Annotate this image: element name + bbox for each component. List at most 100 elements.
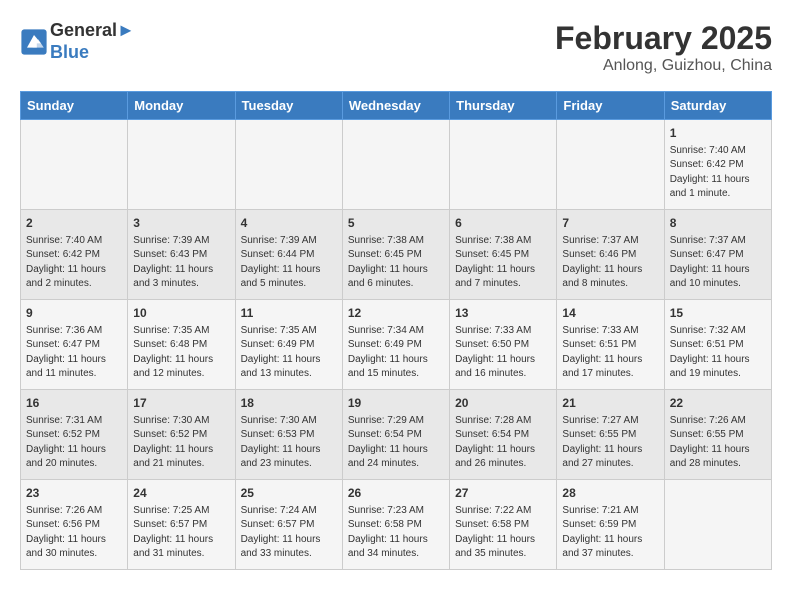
day-number: 2	[26, 215, 122, 232]
day-number: 4	[241, 215, 337, 232]
day-info: Sunrise: 7:23 AM Sunset: 6:58 PM Dayligh…	[348, 504, 444, 562]
day-number: 12	[348, 305, 444, 322]
day-info: Sunrise: 7:33 AM Sunset: 6:51 PM Dayligh…	[562, 324, 658, 382]
calendar-cell: 24 Sunrise: 7:25 AM Sunset: 6:57 PM Dayli…	[128, 480, 235, 570]
day-info: Sunrise: 7:26 AM Sunset: 6:55 PM Dayligh…	[670, 414, 766, 472]
day-number: 22	[670, 395, 766, 412]
calendar-table: SundayMondayTuesdayWednesdayThursdayFrid…	[20, 91, 772, 570]
day-number: 17	[133, 395, 229, 412]
calendar-cell	[450, 120, 557, 210]
calendar-cell: 6 Sunrise: 7:38 AM Sunset: 6:45 PM Daylig…	[450, 210, 557, 300]
col-header-friday: Friday	[557, 92, 664, 120]
week-row-4: 16 Sunrise: 7:31 AM Sunset: 6:52 PM Dayli…	[21, 390, 772, 480]
calendar-cell: 28 Sunrise: 7:21 AM Sunset: 6:59 PM Dayli…	[557, 480, 664, 570]
day-info: Sunrise: 7:22 AM Sunset: 6:58 PM Dayligh…	[455, 504, 551, 562]
calendar-cell: 13 Sunrise: 7:33 AM Sunset: 6:50 PM Dayli…	[450, 300, 557, 390]
calendar-cell	[557, 120, 664, 210]
day-number: 26	[348, 485, 444, 502]
day-info: Sunrise: 7:38 AM Sunset: 6:45 PM Dayligh…	[455, 234, 551, 292]
calendar-cell: 19Sunrise: 7:29 AM Sunset: 6:54 PM Dayli…	[342, 390, 449, 480]
day-info: Sunrise: 7:28 AM Sunset: 6:54 PM Dayligh…	[455, 414, 551, 472]
calendar-cell: 12 Sunrise: 7:34 AM Sunset: 6:49 PM Dayli…	[342, 300, 449, 390]
calendar-cell: 1 Sunrise: 7:40 AM Sunset: 6:42 PM Daylig…	[664, 120, 771, 210]
day-number: 5	[348, 215, 444, 232]
calendar-cell: 11Sunrise: 7:35 AM Sunset: 6:49 PM Dayli…	[235, 300, 342, 390]
day-info: Sunrise: 7:36 AM Sunset: 6:47 PM Dayligh…	[26, 324, 122, 382]
day-info: Sunrise: 7:27 AM Sunset: 6:55 PM Dayligh…	[562, 414, 658, 472]
calendar-cell: 21 Sunrise: 7:27 AM Sunset: 6:55 PM Dayli…	[557, 390, 664, 480]
day-number: 6	[455, 215, 551, 232]
day-number: 3	[133, 215, 229, 232]
location-subtitle: Anlong, Guizhou, China	[555, 57, 772, 75]
week-row-1: 1 Sunrise: 7:40 AM Sunset: 6:42 PM Daylig…	[21, 120, 772, 210]
calendar-cell: 7 Sunrise: 7:37 AM Sunset: 6:46 PM Daylig…	[557, 210, 664, 300]
day-info: Sunrise: 7:29 AM Sunset: 6:54 PM Dayligh…	[348, 414, 444, 472]
calendar-cell: 15 Sunrise: 7:32 AM Sunset: 6:51 PM Dayli…	[664, 300, 771, 390]
col-header-sunday: Sunday	[21, 92, 128, 120]
col-header-wednesday: Wednesday	[342, 92, 449, 120]
day-number: 28	[562, 485, 658, 502]
day-info: Sunrise: 7:40 AM Sunset: 6:42 PM Dayligh…	[26, 234, 122, 292]
calendar-cell: 14 Sunrise: 7:33 AM Sunset: 6:51 PM Dayli…	[557, 300, 664, 390]
col-header-saturday: Saturday	[664, 92, 771, 120]
day-number: 7	[562, 215, 658, 232]
day-number: 25	[241, 485, 337, 502]
day-info: Sunrise: 7:24 AM Sunset: 6:57 PM Dayligh…	[241, 504, 337, 562]
calendar-cell: 26 Sunrise: 7:23 AM Sunset: 6:58 PM Dayli…	[342, 480, 449, 570]
day-number: 9	[26, 305, 122, 322]
logo: General► Blue	[20, 20, 135, 63]
calendar-cell: 18 Sunrise: 7:30 AM Sunset: 6:53 PM Dayli…	[235, 390, 342, 480]
day-number: 20	[455, 395, 551, 412]
day-info: Sunrise: 7:33 AM Sunset: 6:50 PM Dayligh…	[455, 324, 551, 382]
day-info: Sunrise: 7:39 AM Sunset: 6:44 PM Dayligh…	[241, 234, 337, 292]
day-number: 15	[670, 305, 766, 322]
day-number: 24	[133, 485, 229, 502]
calendar-cell: 20 Sunrise: 7:28 AM Sunset: 6:54 PM Dayli…	[450, 390, 557, 480]
calendar-cell: 3Sunrise: 7:39 AM Sunset: 6:43 PM Daylig…	[128, 210, 235, 300]
day-info: Sunrise: 7:30 AM Sunset: 6:53 PM Dayligh…	[241, 414, 337, 472]
day-info: Sunrise: 7:40 AM Sunset: 6:42 PM Dayligh…	[670, 144, 766, 202]
day-number: 13	[455, 305, 551, 322]
day-info: Sunrise: 7:30 AM Sunset: 6:52 PM Dayligh…	[133, 414, 229, 472]
day-info: Sunrise: 7:21 AM Sunset: 6:59 PM Dayligh…	[562, 504, 658, 562]
title-block: February 2025 Anlong, Guizhou, China	[555, 20, 772, 75]
day-number: 14	[562, 305, 658, 322]
calendar-cell: 4 Sunrise: 7:39 AM Sunset: 6:44 PM Daylig…	[235, 210, 342, 300]
col-header-tuesday: Tuesday	[235, 92, 342, 120]
calendar-cell	[21, 120, 128, 210]
day-info: Sunrise: 7:37 AM Sunset: 6:47 PM Dayligh…	[670, 234, 766, 292]
calendar-cell: 2 Sunrise: 7:40 AM Sunset: 6:42 PM Daylig…	[21, 210, 128, 300]
calendar-cell: 23 Sunrise: 7:26 AM Sunset: 6:56 PM Dayli…	[21, 480, 128, 570]
calendar-cell	[235, 120, 342, 210]
day-info: Sunrise: 7:26 AM Sunset: 6:56 PM Dayligh…	[26, 504, 122, 562]
month-year-title: February 2025	[555, 20, 772, 57]
week-row-3: 9 Sunrise: 7:36 AM Sunset: 6:47 PM Daylig…	[21, 300, 772, 390]
calendar-cell: 9 Sunrise: 7:36 AM Sunset: 6:47 PM Daylig…	[21, 300, 128, 390]
calendar-cell	[342, 120, 449, 210]
day-number: 1	[670, 125, 766, 142]
day-info: Sunrise: 7:38 AM Sunset: 6:45 PM Dayligh…	[348, 234, 444, 292]
week-row-2: 2 Sunrise: 7:40 AM Sunset: 6:42 PM Daylig…	[21, 210, 772, 300]
col-header-monday: Monday	[128, 92, 235, 120]
day-number: 16	[26, 395, 122, 412]
day-info: Sunrise: 7:35 AM Sunset: 6:48 PM Dayligh…	[133, 324, 229, 382]
day-info: Sunrise: 7:32 AM Sunset: 6:51 PM Dayligh…	[670, 324, 766, 382]
day-info: Sunrise: 7:31 AM Sunset: 6:52 PM Dayligh…	[26, 414, 122, 472]
logo-icon	[20, 28, 48, 56]
day-number: 23	[26, 485, 122, 502]
calendar-cell: 16 Sunrise: 7:31 AM Sunset: 6:52 PM Dayli…	[21, 390, 128, 480]
day-number: 21	[562, 395, 658, 412]
calendar-cell: 17 Sunrise: 7:30 AM Sunset: 6:52 PM Dayli…	[128, 390, 235, 480]
logo-text: General► Blue	[50, 20, 135, 63]
calendar-cell: 10Sunrise: 7:35 AM Sunset: 6:48 PM Dayli…	[128, 300, 235, 390]
calendar-cell: 22 Sunrise: 7:26 AM Sunset: 6:55 PM Dayli…	[664, 390, 771, 480]
calendar-cell: 8 Sunrise: 7:37 AM Sunset: 6:47 PM Daylig…	[664, 210, 771, 300]
day-number: 18	[241, 395, 337, 412]
day-number: 8	[670, 215, 766, 232]
calendar-cell	[128, 120, 235, 210]
day-info: Sunrise: 7:35 AM Sunset: 6:49 PM Dayligh…	[241, 324, 337, 382]
day-info: Sunrise: 7:25 AM Sunset: 6:57 PM Dayligh…	[133, 504, 229, 562]
day-info: Sunrise: 7:37 AM Sunset: 6:46 PM Dayligh…	[562, 234, 658, 292]
page-header: General► Blue February 2025 Anlong, Guiz…	[20, 20, 772, 75]
day-info: Sunrise: 7:34 AM Sunset: 6:49 PM Dayligh…	[348, 324, 444, 382]
